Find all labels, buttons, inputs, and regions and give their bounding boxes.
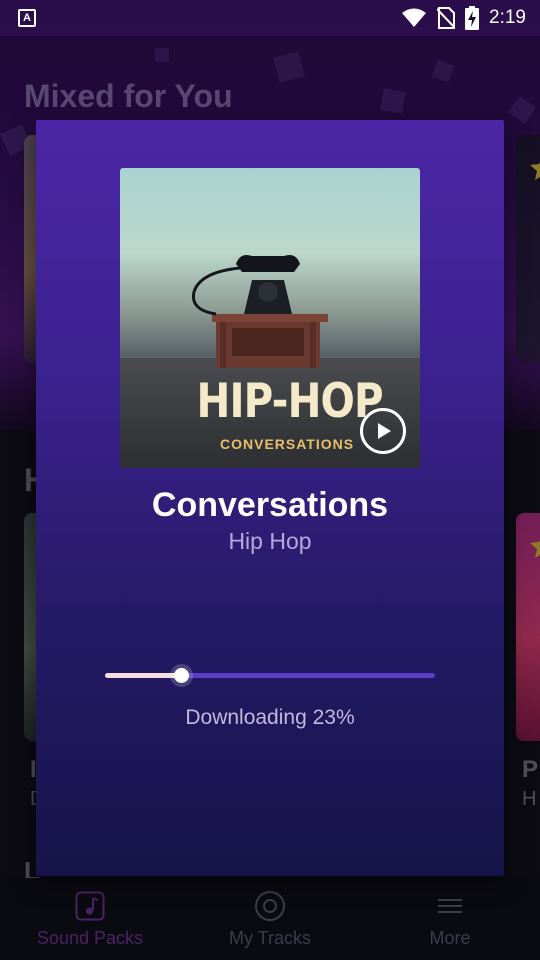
download-dialog: HIP-HOP CONVERSATIONS Conversations Hip … (36, 120, 504, 876)
progress-fill (105, 673, 181, 678)
progress-knob (173, 668, 189, 683)
download-progress-bar (105, 668, 435, 683)
status-bar: A 2:19 (0, 0, 540, 36)
preview-play-button[interactable] (360, 408, 406, 454)
app-notification-icon: A (18, 9, 36, 27)
track-title: Conversations (151, 486, 389, 524)
track-genre: Hip Hop (228, 528, 312, 554)
battery-charging-icon (465, 6, 480, 30)
no-sim-icon (437, 7, 456, 29)
telephone-table-illustration (191, 255, 328, 368)
album-art-subtitle: CONVERSATIONS (220, 436, 355, 452)
album-art: HIP-HOP CONVERSATIONS (120, 168, 420, 468)
download-status: Downloading 23% (185, 706, 355, 729)
wifi-icon (402, 8, 427, 27)
clock: 2:19 (489, 7, 526, 28)
play-icon (378, 423, 391, 439)
